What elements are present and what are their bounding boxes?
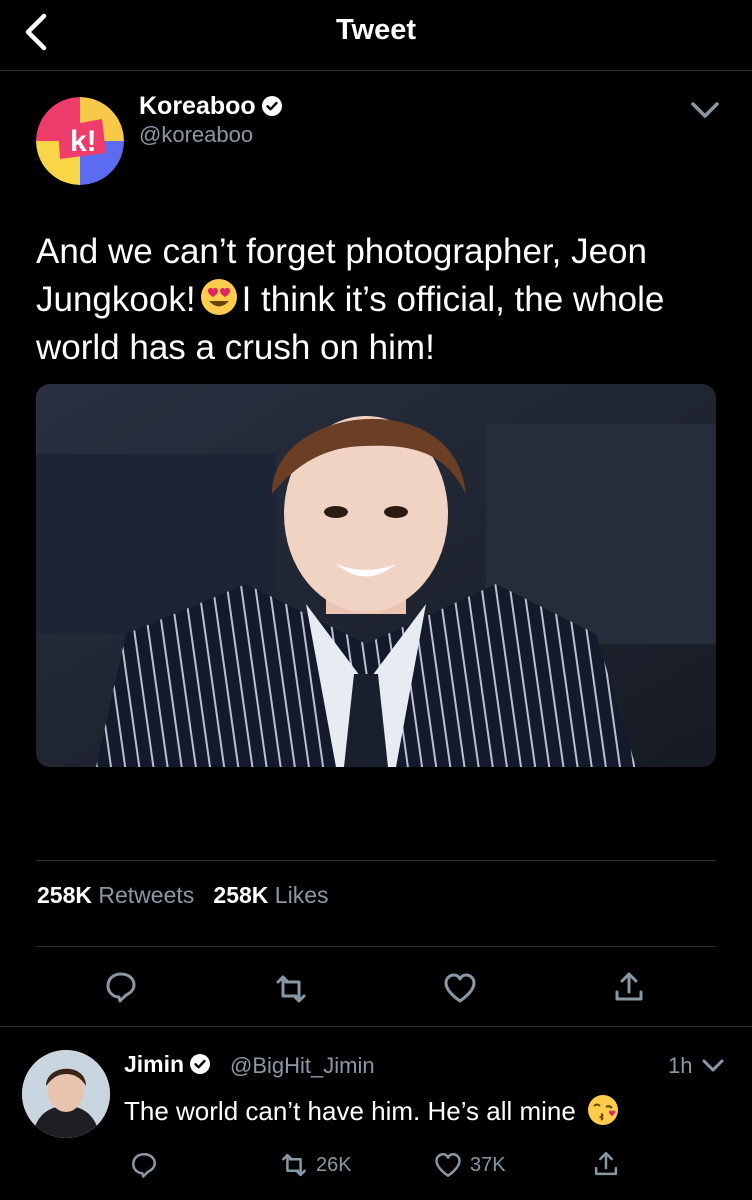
divider xyxy=(36,946,716,947)
share-icon[interactable] xyxy=(612,970,646,1004)
likes-label: Likes xyxy=(274,882,329,908)
reply-text-content: The world can’t have him. He’s all mine xyxy=(124,1096,576,1126)
reply-icon[interactable] xyxy=(104,970,138,1004)
reply-author-handle[interactable]: @BigHit_Jimin xyxy=(230,1053,375,1079)
author-handle[interactable]: @koreaboo xyxy=(139,122,253,148)
divider xyxy=(36,860,716,861)
reply-author-name[interactable]: Jimin xyxy=(124,1051,211,1078)
tweet-text: And we can’t forget photographer, Jeon J… xyxy=(36,228,716,372)
like-heart-icon[interactable] xyxy=(443,971,477,1005)
likes-stat[interactable]: 258K Likes xyxy=(213,882,328,908)
tweet-photo[interactable] xyxy=(36,384,716,767)
reply-like-count: 37K xyxy=(470,1153,506,1176)
reply-timestamp: 1h xyxy=(668,1053,693,1078)
reply-author-name-text: Jimin xyxy=(124,1051,185,1077)
reply-like-button[interactable]: 37K xyxy=(434,1151,506,1179)
reply-chevron-down-icon[interactable] xyxy=(702,1058,724,1074)
chevron-down-icon[interactable] xyxy=(690,100,720,120)
reply-reply-icon[interactable] xyxy=(130,1151,158,1179)
reply-text: The world can’t have him. He’s all mine xyxy=(124,1094,623,1127)
avatar[interactable]: k! xyxy=(36,97,124,185)
kissing-face-emoji-icon xyxy=(587,1094,619,1126)
retweet-icon[interactable] xyxy=(274,972,308,1006)
retweets-label: Retweets xyxy=(98,882,195,908)
tweet-stats: 258K Retweets 258K Likes xyxy=(37,882,329,909)
reply-like-heart-icon xyxy=(434,1151,462,1179)
heart-eyes-emoji-icon xyxy=(200,278,238,316)
retweets-stat[interactable]: 258K Retweets xyxy=(37,882,194,908)
reply-avatar[interactable] xyxy=(22,1050,110,1138)
verified-badge-icon xyxy=(261,94,282,116)
reply-retweet-button[interactable]: 26K xyxy=(280,1151,352,1179)
author-name-text: Koreaboo xyxy=(139,92,256,120)
author-name[interactable]: Koreaboo xyxy=(139,92,282,121)
top-bar: Tweet xyxy=(0,0,752,71)
page-title: Tweet xyxy=(335,14,417,46)
reply-share-icon[interactable] xyxy=(592,1150,620,1178)
likes-count: 258K xyxy=(213,882,269,908)
verified-badge-icon xyxy=(190,1053,211,1074)
svg-text:k!: k! xyxy=(70,125,97,158)
reply-retweet-icon xyxy=(280,1151,308,1179)
reply-retweet-count: 26K xyxy=(316,1153,352,1176)
retweets-count: 258K xyxy=(37,882,92,908)
divider xyxy=(0,1026,752,1027)
